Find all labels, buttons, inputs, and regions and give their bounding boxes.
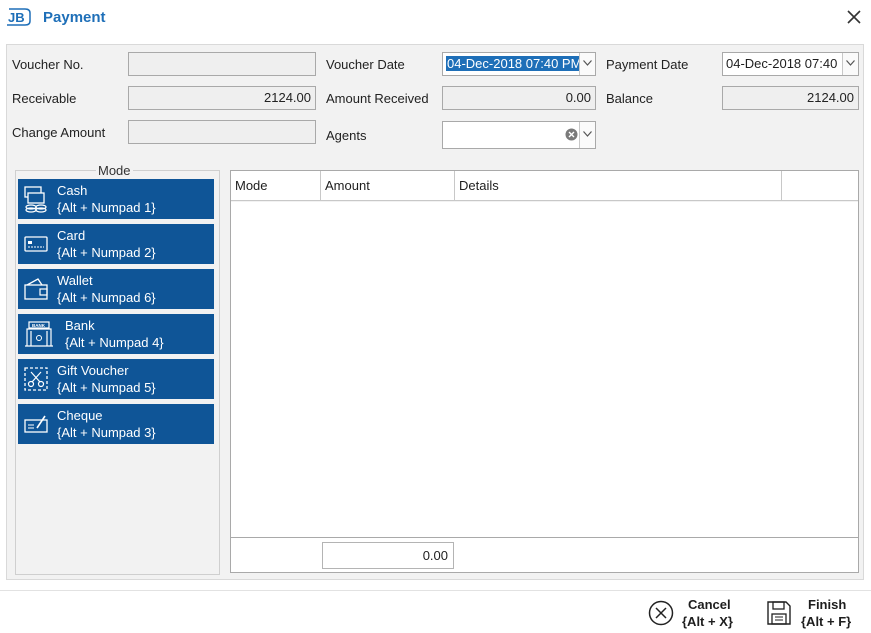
cheque-shortcut: {Alt + Numpad 3} bbox=[57, 425, 156, 440]
wallet-label: Wallet bbox=[57, 273, 93, 288]
bank-mode-button[interactable]: BANK Bank {Alt + Numpad 4} bbox=[18, 314, 214, 354]
bank-shortcut: {Alt + Numpad 4} bbox=[65, 335, 164, 350]
cheque-mode-button[interactable]: Cheque {Alt + Numpad 3} bbox=[18, 404, 214, 444]
cancel-icon bbox=[648, 600, 674, 626]
receivable-label: Receivable bbox=[12, 91, 77, 106]
voucher-date-value: 04-Dec-2018 07:40 PM bbox=[446, 56, 583, 71]
payment-date-value: 04-Dec-2018 07:40 bbox=[726, 56, 838, 71]
card-shortcut: {Alt + Numpad 2} bbox=[57, 245, 156, 260]
column-header-extra[interactable] bbox=[782, 171, 858, 201]
amount-received-field: 0.00 bbox=[442, 86, 596, 110]
column-header-mode[interactable]: Mode bbox=[231, 171, 321, 201]
cash-icon bbox=[24, 186, 47, 213]
wallet-icon bbox=[24, 278, 48, 300]
cancel-shortcut: {Alt + X} bbox=[682, 614, 733, 629]
cancel-button[interactable]: Cancel {Alt + X} bbox=[648, 596, 738, 630]
chevron-down-icon[interactable] bbox=[579, 53, 595, 75]
card-icon bbox=[24, 236, 48, 252]
gift-voucher-label: Gift Voucher bbox=[57, 363, 129, 378]
column-header-details[interactable]: Details bbox=[455, 171, 782, 201]
voucher-date-label: Voucher Date bbox=[326, 57, 405, 72]
finish-button[interactable]: Finish {Alt + F} bbox=[766, 596, 862, 630]
mode-legend: Mode bbox=[96, 163, 133, 178]
cash-shortcut: {Alt + Numpad 1} bbox=[57, 200, 156, 215]
title-bar: JB Payment bbox=[0, 0, 871, 36]
change-amount-field bbox=[128, 120, 316, 144]
cancel-label: Cancel bbox=[688, 597, 731, 612]
finish-label: Finish bbox=[808, 597, 847, 612]
finish-shortcut: {Alt + F} bbox=[801, 614, 852, 629]
payment-date-picker[interactable]: 04-Dec-2018 07:40 bbox=[722, 52, 859, 76]
grid-footer: 0.00 bbox=[231, 537, 858, 572]
card-label: Card bbox=[57, 228, 86, 243]
agents-label: Agents bbox=[326, 128, 367, 143]
change-amount-label: Change Amount bbox=[12, 125, 106, 140]
agents-select[interactable] bbox=[442, 121, 596, 149]
svg-text:BANK: BANK bbox=[32, 323, 46, 328]
payment-date-label: Payment Date bbox=[606, 57, 689, 72]
wallet-shortcut: {Alt + Numpad 6} bbox=[57, 290, 156, 305]
chevron-down-icon[interactable] bbox=[842, 53, 858, 75]
voucher-no-label: Voucher No. bbox=[12, 57, 84, 72]
cash-mode-button[interactable]: Cash {Alt + Numpad 1} bbox=[18, 179, 214, 219]
save-icon bbox=[767, 601, 791, 625]
receivable-field: 2124.00 bbox=[128, 86, 316, 110]
column-header-amount[interactable]: Amount bbox=[321, 171, 455, 201]
gift-voucher-mode-button[interactable]: Gift Voucher {Alt + Numpad 5} bbox=[18, 359, 214, 399]
balance-field: 2124.00 bbox=[722, 86, 859, 110]
clear-icon[interactable] bbox=[565, 128, 578, 141]
payments-grid: Mode Amount Details 0.00 bbox=[230, 170, 859, 573]
card-mode-button[interactable]: Card {Alt + Numpad 2} bbox=[18, 224, 214, 264]
amount-received-label: Amount Received bbox=[326, 91, 429, 106]
close-icon[interactable] bbox=[842, 5, 866, 29]
app-logo-icon: JB bbox=[7, 8, 31, 26]
chevron-down-icon[interactable] bbox=[579, 122, 595, 148]
wallet-mode-button[interactable]: Wallet {Alt + Numpad 6} bbox=[18, 269, 214, 309]
cash-label: Cash bbox=[57, 183, 88, 198]
amount-total: 0.00 bbox=[322, 542, 454, 569]
voucher-date-picker[interactable]: 04-Dec-2018 07:40 PM bbox=[442, 52, 596, 76]
svg-text:JB: JB bbox=[8, 10, 25, 25]
voucher-no-field[interactable] bbox=[128, 52, 316, 76]
footer-bar: Cancel {Alt + X} Finish {Alt + F} bbox=[0, 590, 871, 633]
gift-voucher-icon bbox=[24, 367, 48, 391]
bank-label: Bank bbox=[65, 318, 95, 333]
grid-header: Mode Amount Details bbox=[231, 171, 858, 201]
balance-label: Balance bbox=[606, 91, 653, 106]
grid-body[interactable] bbox=[231, 202, 858, 538]
cheque-icon bbox=[24, 415, 48, 433]
cheque-label: Cheque bbox=[57, 408, 103, 423]
bank-icon: BANK bbox=[25, 321, 53, 347]
gift-voucher-shortcut: {Alt + Numpad 5} bbox=[57, 380, 156, 395]
window-title: Payment bbox=[43, 9, 106, 26]
